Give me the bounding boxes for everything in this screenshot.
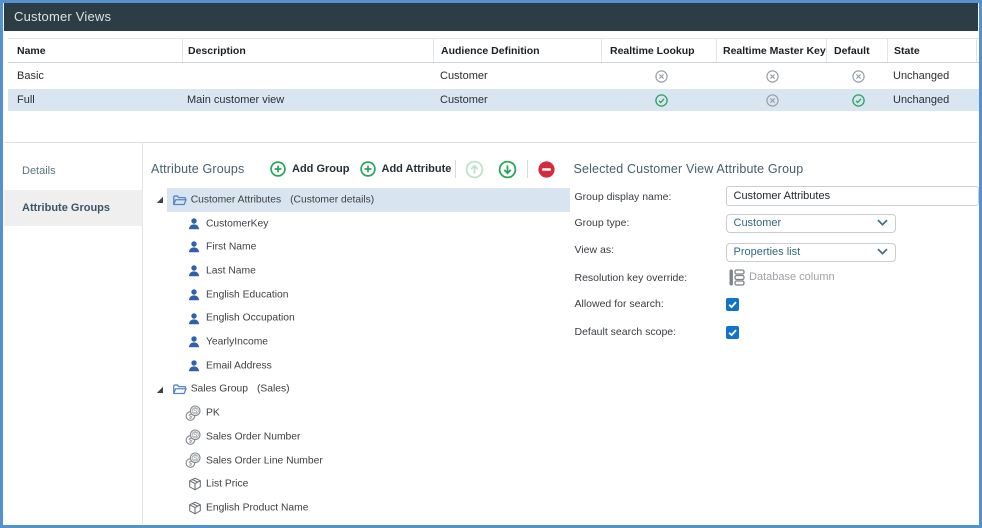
svg-text:S: S: [193, 455, 197, 462]
svg-text:S: S: [193, 432, 197, 439]
svg-text:S: S: [193, 408, 197, 415]
